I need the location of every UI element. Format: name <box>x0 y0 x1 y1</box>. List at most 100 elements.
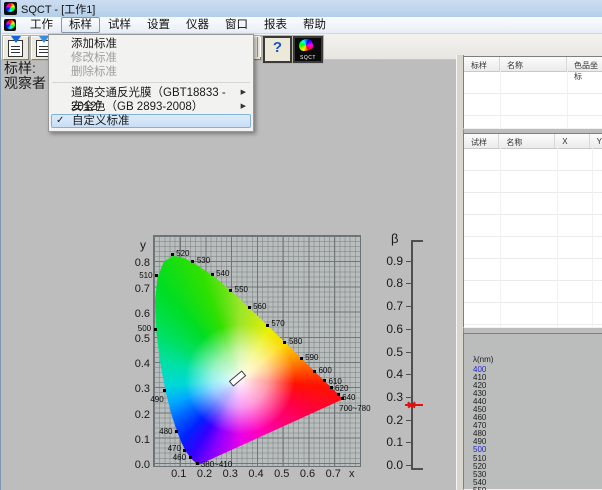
menu-bar-items: 工作标样试样设置仪器窗口报表帮助 <box>22 17 334 33</box>
x-tick-label: 0.7 <box>326 468 341 480</box>
wavelength-value[interactable]: 440 <box>473 398 602 406</box>
table-row[interactable] <box>464 215 602 237</box>
menu-item-0[interactable]: 添加标准 <box>51 37 251 51</box>
beta-tick-label: 0.7 <box>377 299 403 313</box>
menu-item-2[interactable]: 删除标准 <box>51 65 251 79</box>
menu-bar: 工作标样试样设置仪器窗口报表帮助 <box>1 17 602 34</box>
col-y[interactable]: Y <box>590 134 602 148</box>
table-row[interactable] <box>464 303 602 325</box>
menu-item-5[interactable]: 安全色（GB 2893-2008）▶ <box>51 100 251 114</box>
y-axis-label: y <box>140 238 146 252</box>
col-chromaticity[interactable]: 色品坐标 <box>567 57 602 71</box>
help-button[interactable]: ? <box>263 36 292 63</box>
wavelength-value[interactable]: 410 <box>473 374 602 382</box>
window-title: SQCT - [工作1] <box>21 1 95 17</box>
wavelength-value[interactable]: 450 <box>473 406 602 414</box>
standards-dropdown-menu: 添加标准修改标准删除标准道路交通反光膜（GBT18833 - 2012）▶安全色… <box>48 34 254 132</box>
standards-table[interactable]: 标样 名称 色品坐标 <box>463 56 602 129</box>
menubar-item-2[interactable]: 试样 <box>100 17 139 33</box>
menu-item-6[interactable]: ✓自定义标准 <box>51 114 251 128</box>
beta-tick-label: 0.6 <box>377 322 403 336</box>
wavelength-label: 500 <box>138 325 151 333</box>
menubar-item-3[interactable]: 设置 <box>139 17 178 33</box>
menubar-item-5[interactable]: 窗口 <box>217 17 256 33</box>
wavelength-value[interactable]: 500 <box>473 446 602 454</box>
wavelength-panel[interactable]: λ(nm) 4004104204304404504604704804905005… <box>463 333 602 490</box>
menu-separator <box>52 82 250 83</box>
samples-table[interactable]: 试样 名称 X Y <box>463 133 602 328</box>
menubar-item-1[interactable]: 标样 <box>61 17 100 33</box>
wavelength-value[interactable]: 530 <box>473 471 602 479</box>
wavelength-value[interactable]: 490 <box>473 438 602 446</box>
y-tick-label: 0.4 <box>124 358 150 370</box>
menu-item-1[interactable]: 修改标准 <box>51 51 251 65</box>
wavelength-value[interactable]: 540 <box>473 479 602 487</box>
x-tick-label: 0.5 <box>274 468 289 480</box>
beta-axis-label: β <box>391 231 398 246</box>
y-tick-label: 0.5 <box>124 333 150 345</box>
beta-tick-label: 0.5 <box>377 345 403 359</box>
beta-tick-label: 0.4 <box>377 367 403 381</box>
table-row[interactable] <box>464 171 602 193</box>
table-row[interactable] <box>464 259 602 281</box>
table-row[interactable] <box>464 281 602 303</box>
menubar-item-6[interactable]: 报表 <box>256 17 295 33</box>
wavelength-value[interactable]: 430 <box>473 390 602 398</box>
y-tick-label: 0.0 <box>124 459 150 471</box>
toolbar-separator <box>257 37 261 57</box>
observer-label: 观察者 <box>4 76 46 91</box>
beta-tick-label: 0.8 <box>377 276 403 290</box>
beta-tick-label: 0.1 <box>377 435 403 449</box>
table-row[interactable] <box>464 237 602 259</box>
beta-marker <box>405 404 423 406</box>
chromaticity-icon <box>299 39 313 51</box>
child-window-icon[interactable] <box>4 19 16 31</box>
wavelength-value[interactable]: 400 <box>473 366 602 374</box>
wavelength-value[interactable]: 460 <box>473 414 602 422</box>
wavelength-label: 510 <box>139 272 152 280</box>
wavelength-value[interactable]: 420 <box>473 382 602 390</box>
col-standard[interactable]: 标样 <box>464 57 500 71</box>
x-tick-label: 0.6 <box>300 468 315 480</box>
wavelength-value[interactable]: 480 <box>473 430 602 438</box>
x-tick-label: 0.4 <box>248 468 263 480</box>
beta-tick-label: 0.0 <box>377 458 403 472</box>
wavelength-header: λ(nm) <box>473 355 602 365</box>
col-x[interactable]: X <box>555 134 589 148</box>
y-tick-label: 0.6 <box>124 308 150 320</box>
x-tick-label: 0.1 <box>171 468 186 480</box>
samples-table-body <box>464 149 602 328</box>
sqct-about-button[interactable]: SQCT <box>293 36 323 63</box>
wavelength-value[interactable]: 510 <box>473 455 602 463</box>
table-row[interactable] <box>464 193 602 215</box>
menubar-item-4[interactable]: 仪器 <box>178 17 217 33</box>
wavelength-value[interactable]: 470 <box>473 422 602 430</box>
application-window: SQCT - [工作1] 工作标样试样设置仪器窗口报表帮助 ? SQCT 标样:… <box>0 0 602 490</box>
submenu-arrow-icon: ▶ <box>241 100 246 114</box>
workspace-labels: 标样: 观察者 <box>4 61 46 91</box>
y-tick-label: 0.3 <box>124 383 150 395</box>
menubar-item-0[interactable]: 工作 <box>22 17 61 33</box>
table-row[interactable] <box>464 149 602 171</box>
beta-tick-label: 0.3 <box>377 390 403 404</box>
import-standard-button[interactable] <box>3 36 29 60</box>
col-sample[interactable]: 试样 <box>464 134 499 148</box>
table-row[interactable] <box>464 116 602 129</box>
question-mark-icon: ? <box>265 38 290 58</box>
col-name[interactable]: 名称 <box>499 134 555 148</box>
col-name[interactable]: 名称 <box>500 57 567 71</box>
y-tick-label: 0.1 <box>124 434 150 446</box>
menubar-item-7[interactable]: 帮助 <box>295 17 334 33</box>
submenu-arrow-icon: ▶ <box>241 86 246 100</box>
x-tick-label: 0.2 <box>197 468 212 480</box>
check-icon: ✓ <box>56 115 64 127</box>
samples-table-header: 试样 名称 X Y <box>464 134 602 149</box>
down-arrow-icon <box>11 36 21 48</box>
standard-label: 标样: <box>4 61 46 76</box>
menu-item-4[interactable]: 道路交通反光膜（GBT18833 - 2012）▶ <box>51 86 251 100</box>
beta-tick-label: 0.2 <box>377 413 403 427</box>
wavelength-value[interactable]: 520 <box>473 463 602 471</box>
title-bar[interactable]: SQCT - [工作1] <box>1 0 602 17</box>
table-row[interactable] <box>464 94 602 116</box>
table-row[interactable] <box>464 325 602 328</box>
